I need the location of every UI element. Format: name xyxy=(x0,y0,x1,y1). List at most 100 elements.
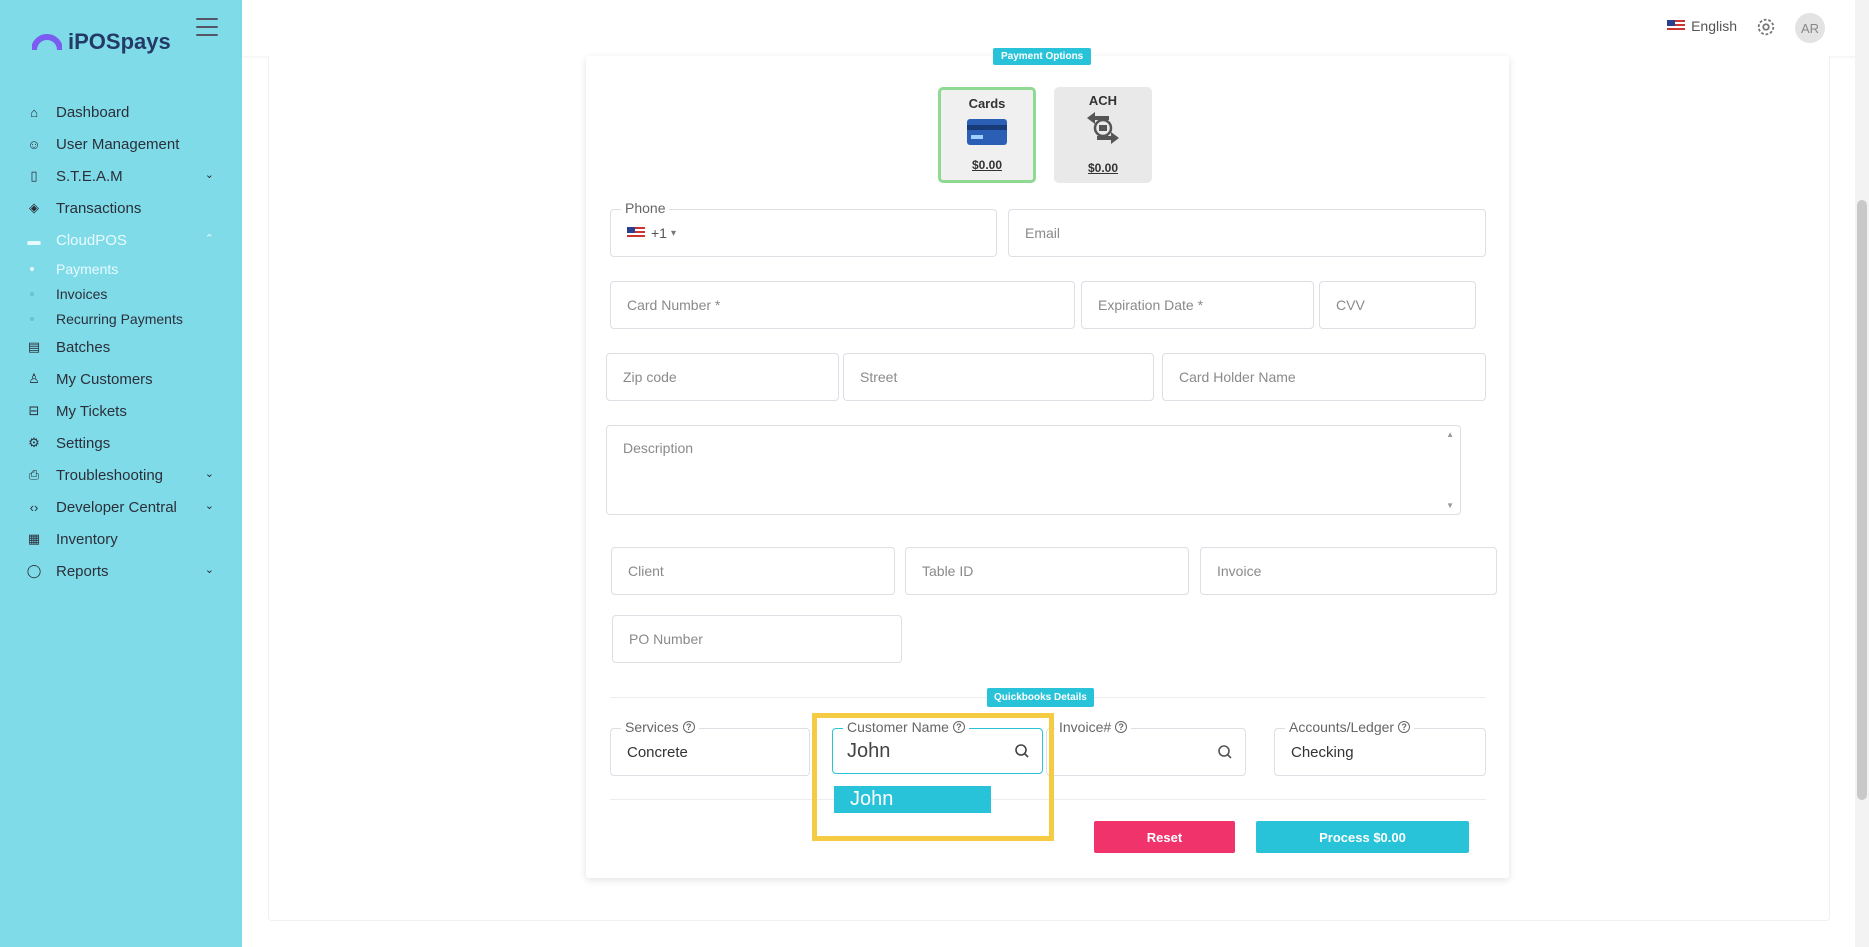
accounts-ledger-field[interactable]: Accounts/Ledger? Checking xyxy=(1274,719,1486,776)
sidebar-item-user-management[interactable]: ☺ User Management xyxy=(0,128,242,160)
avatar[interactable]: AR xyxy=(1795,13,1825,43)
sidebar-subitem-recurring-payments[interactable]: Recurring Payments xyxy=(0,306,242,331)
client-placeholder: Client xyxy=(628,563,664,579)
client-field[interactable]: Client xyxy=(611,547,895,595)
chat-icon: ◯ xyxy=(26,563,42,578)
help-icon[interactable]: ? xyxy=(952,721,965,733)
inbox-icon: ⊟ xyxy=(28,403,40,418)
sidebar-subitem-invoices[interactable]: Invoices xyxy=(0,281,242,306)
street-field[interactable]: Street xyxy=(843,353,1154,401)
invoice-number-label: Invoice#? xyxy=(1055,719,1132,735)
zip-placeholder: Zip code xyxy=(623,369,677,385)
invoice-number-field[interactable]: Invoice#? xyxy=(1046,719,1246,776)
description-textarea[interactable]: Description ▲ ▼ xyxy=(606,425,1461,515)
sidebar-item-label: Dashboard xyxy=(56,103,130,121)
user-icon: ♙ xyxy=(28,371,40,386)
expiration-placeholder: Expiration Date * xyxy=(1098,297,1204,313)
sidebar-item-reports[interactable]: ◯ Reports ⌄ xyxy=(0,555,242,587)
card-number-placeholder: Card Number * xyxy=(627,297,721,313)
expiration-date-field[interactable]: Expiration Date * xyxy=(1081,281,1314,329)
po-number-field[interactable]: PO Number xyxy=(612,615,902,663)
payment-option-cards[interactable]: Cards $0.00 xyxy=(938,87,1036,183)
invoice-placeholder: Invoice xyxy=(1217,563,1262,579)
brand-logo[interactable]: iPOSpays xyxy=(32,28,171,56)
reset-button[interactable]: Reset xyxy=(1094,821,1235,853)
help-icon[interactable]: ? xyxy=(682,721,695,733)
phone-country-code[interactable]: +1 xyxy=(651,225,667,241)
bank-transfer-icon xyxy=(1087,112,1119,144)
table-id-field[interactable]: Table ID xyxy=(905,547,1189,595)
sidebar-item-troubleshooting[interactable]: ⎙ Troubleshooting ⌄ xyxy=(0,459,242,491)
customer-suggestion-option[interactable]: John xyxy=(834,786,991,813)
services-label-text: Services xyxy=(625,719,679,735)
sidebar-item-label: Batches xyxy=(56,338,111,356)
payment-option-amount: $0.00 xyxy=(971,158,1003,172)
sidebar-item-label: My Customers xyxy=(56,370,153,388)
language-selector[interactable]: English xyxy=(1667,18,1737,34)
po-number-placeholder: PO Number xyxy=(629,631,703,647)
payment-option-amount: $0.00 xyxy=(1087,161,1119,175)
customer-name-label-text: Customer Name xyxy=(847,719,949,735)
printer-icon: ⎙ xyxy=(28,467,40,482)
textarea-scroll-arrows: ▲ ▼ xyxy=(1446,430,1454,510)
zip-code-field[interactable]: Zip code xyxy=(606,353,839,401)
sidebar-item-transactions[interactable]: ◈ Transactions xyxy=(0,192,242,224)
payment-option-ach[interactable]: ACH $0.00 xyxy=(1054,87,1152,183)
scrollbar-thumb[interactable] xyxy=(1857,200,1867,800)
sidebar-item-dashboard[interactable]: ⌂ Dashboard xyxy=(0,96,242,128)
sidebar-item-developer-central[interactable]: ‹› Developer Central ⌄ xyxy=(0,491,242,523)
document-icon: ▤ xyxy=(27,339,41,354)
customer-name-value[interactable]: John xyxy=(847,740,890,763)
sidebar-item-settings[interactable]: ⚙ Settings xyxy=(0,427,242,459)
cvv-field[interactable]: CVV xyxy=(1319,281,1476,329)
bullet-icon xyxy=(30,316,34,321)
phone-field[interactable]: Phone +1 ▾ xyxy=(610,200,997,257)
sidebar-item-steam[interactable]: ▯ S.T.E.A.M ⌄ xyxy=(0,160,242,192)
sidebar-item-my-customers[interactable]: ♙ My Customers xyxy=(0,363,242,395)
chevron-down-icon: ⌄ xyxy=(204,468,214,480)
services-label: Services? xyxy=(621,719,699,735)
search-icon[interactable] xyxy=(1014,743,1030,759)
card-holder-name-field[interactable]: Card Holder Name xyxy=(1162,353,1486,401)
caret-down-icon: ▾ xyxy=(670,227,676,239)
customer-name-label: Customer Name? xyxy=(843,719,969,735)
payment-option-label: Cards xyxy=(968,96,1006,111)
bullet-icon xyxy=(30,291,34,296)
language-label: English xyxy=(1691,18,1737,34)
device-icon: ▯ xyxy=(30,168,38,183)
sidebar-subitem-payments[interactable]: Payments xyxy=(0,256,242,281)
sidebar: iPOSpays ⌂ Dashboard ☺ User Management ▯… xyxy=(0,0,242,947)
page-scrollbar[interactable] xyxy=(1855,0,1869,947)
sidebar-item-label: Reports xyxy=(56,562,109,580)
sidebar-item-cloudpos[interactable]: ▬ CloudPOS ⌃ xyxy=(0,224,242,256)
process-button[interactable]: Process $0.00 xyxy=(1256,821,1469,853)
invoice-field[interactable]: Invoice xyxy=(1200,547,1497,595)
invoice-number-label-text: Invoice# xyxy=(1059,719,1112,735)
sidebar-subitem-label: Recurring Payments xyxy=(56,310,183,327)
sidebar-item-label: Transactions xyxy=(56,199,142,217)
accounts-ledger-label: Accounts/Ledger? xyxy=(1285,719,1415,735)
settings-gear-icon[interactable] xyxy=(1755,16,1777,38)
sidebar-item-inventory[interactable]: ▦ Inventory xyxy=(0,523,242,555)
sidebar-item-label: S.T.E.A.M xyxy=(56,167,123,185)
services-field[interactable]: Services? Concrete xyxy=(610,719,810,776)
chevron-up-icon: ⌃ xyxy=(204,233,214,245)
sidebar-item-batches[interactable]: ▤ Batches xyxy=(0,331,242,363)
payment-form-card: Payment Options Cards $0.00 ACH $0.00 Ph… xyxy=(586,48,1509,878)
card-number-field[interactable]: Card Number * xyxy=(610,281,1075,329)
help-icon[interactable]: ? xyxy=(1398,721,1411,733)
chevron-down-icon: ⌄ xyxy=(204,564,214,576)
customer-name-field[interactable]: Customer Name? John xyxy=(832,719,1043,774)
us-flag-icon xyxy=(1667,20,1686,32)
sidebar-item-label: Developer Central xyxy=(56,498,177,516)
credit-card-icon xyxy=(967,119,1007,145)
sidebar-subitem-label: Invoices xyxy=(56,285,108,302)
chevron-down-icon: ⌄ xyxy=(204,169,214,181)
sidebar-item-my-tickets[interactable]: ⊟ My Tickets xyxy=(0,395,242,427)
email-field[interactable]: Email xyxy=(1008,209,1486,257)
menu-toggle-icon[interactable] xyxy=(196,18,218,36)
help-icon[interactable]: ? xyxy=(1115,721,1128,733)
search-icon[interactable] xyxy=(1217,744,1233,760)
home-icon: ⌂ xyxy=(30,104,38,120)
form-footer-divider xyxy=(610,799,1486,800)
